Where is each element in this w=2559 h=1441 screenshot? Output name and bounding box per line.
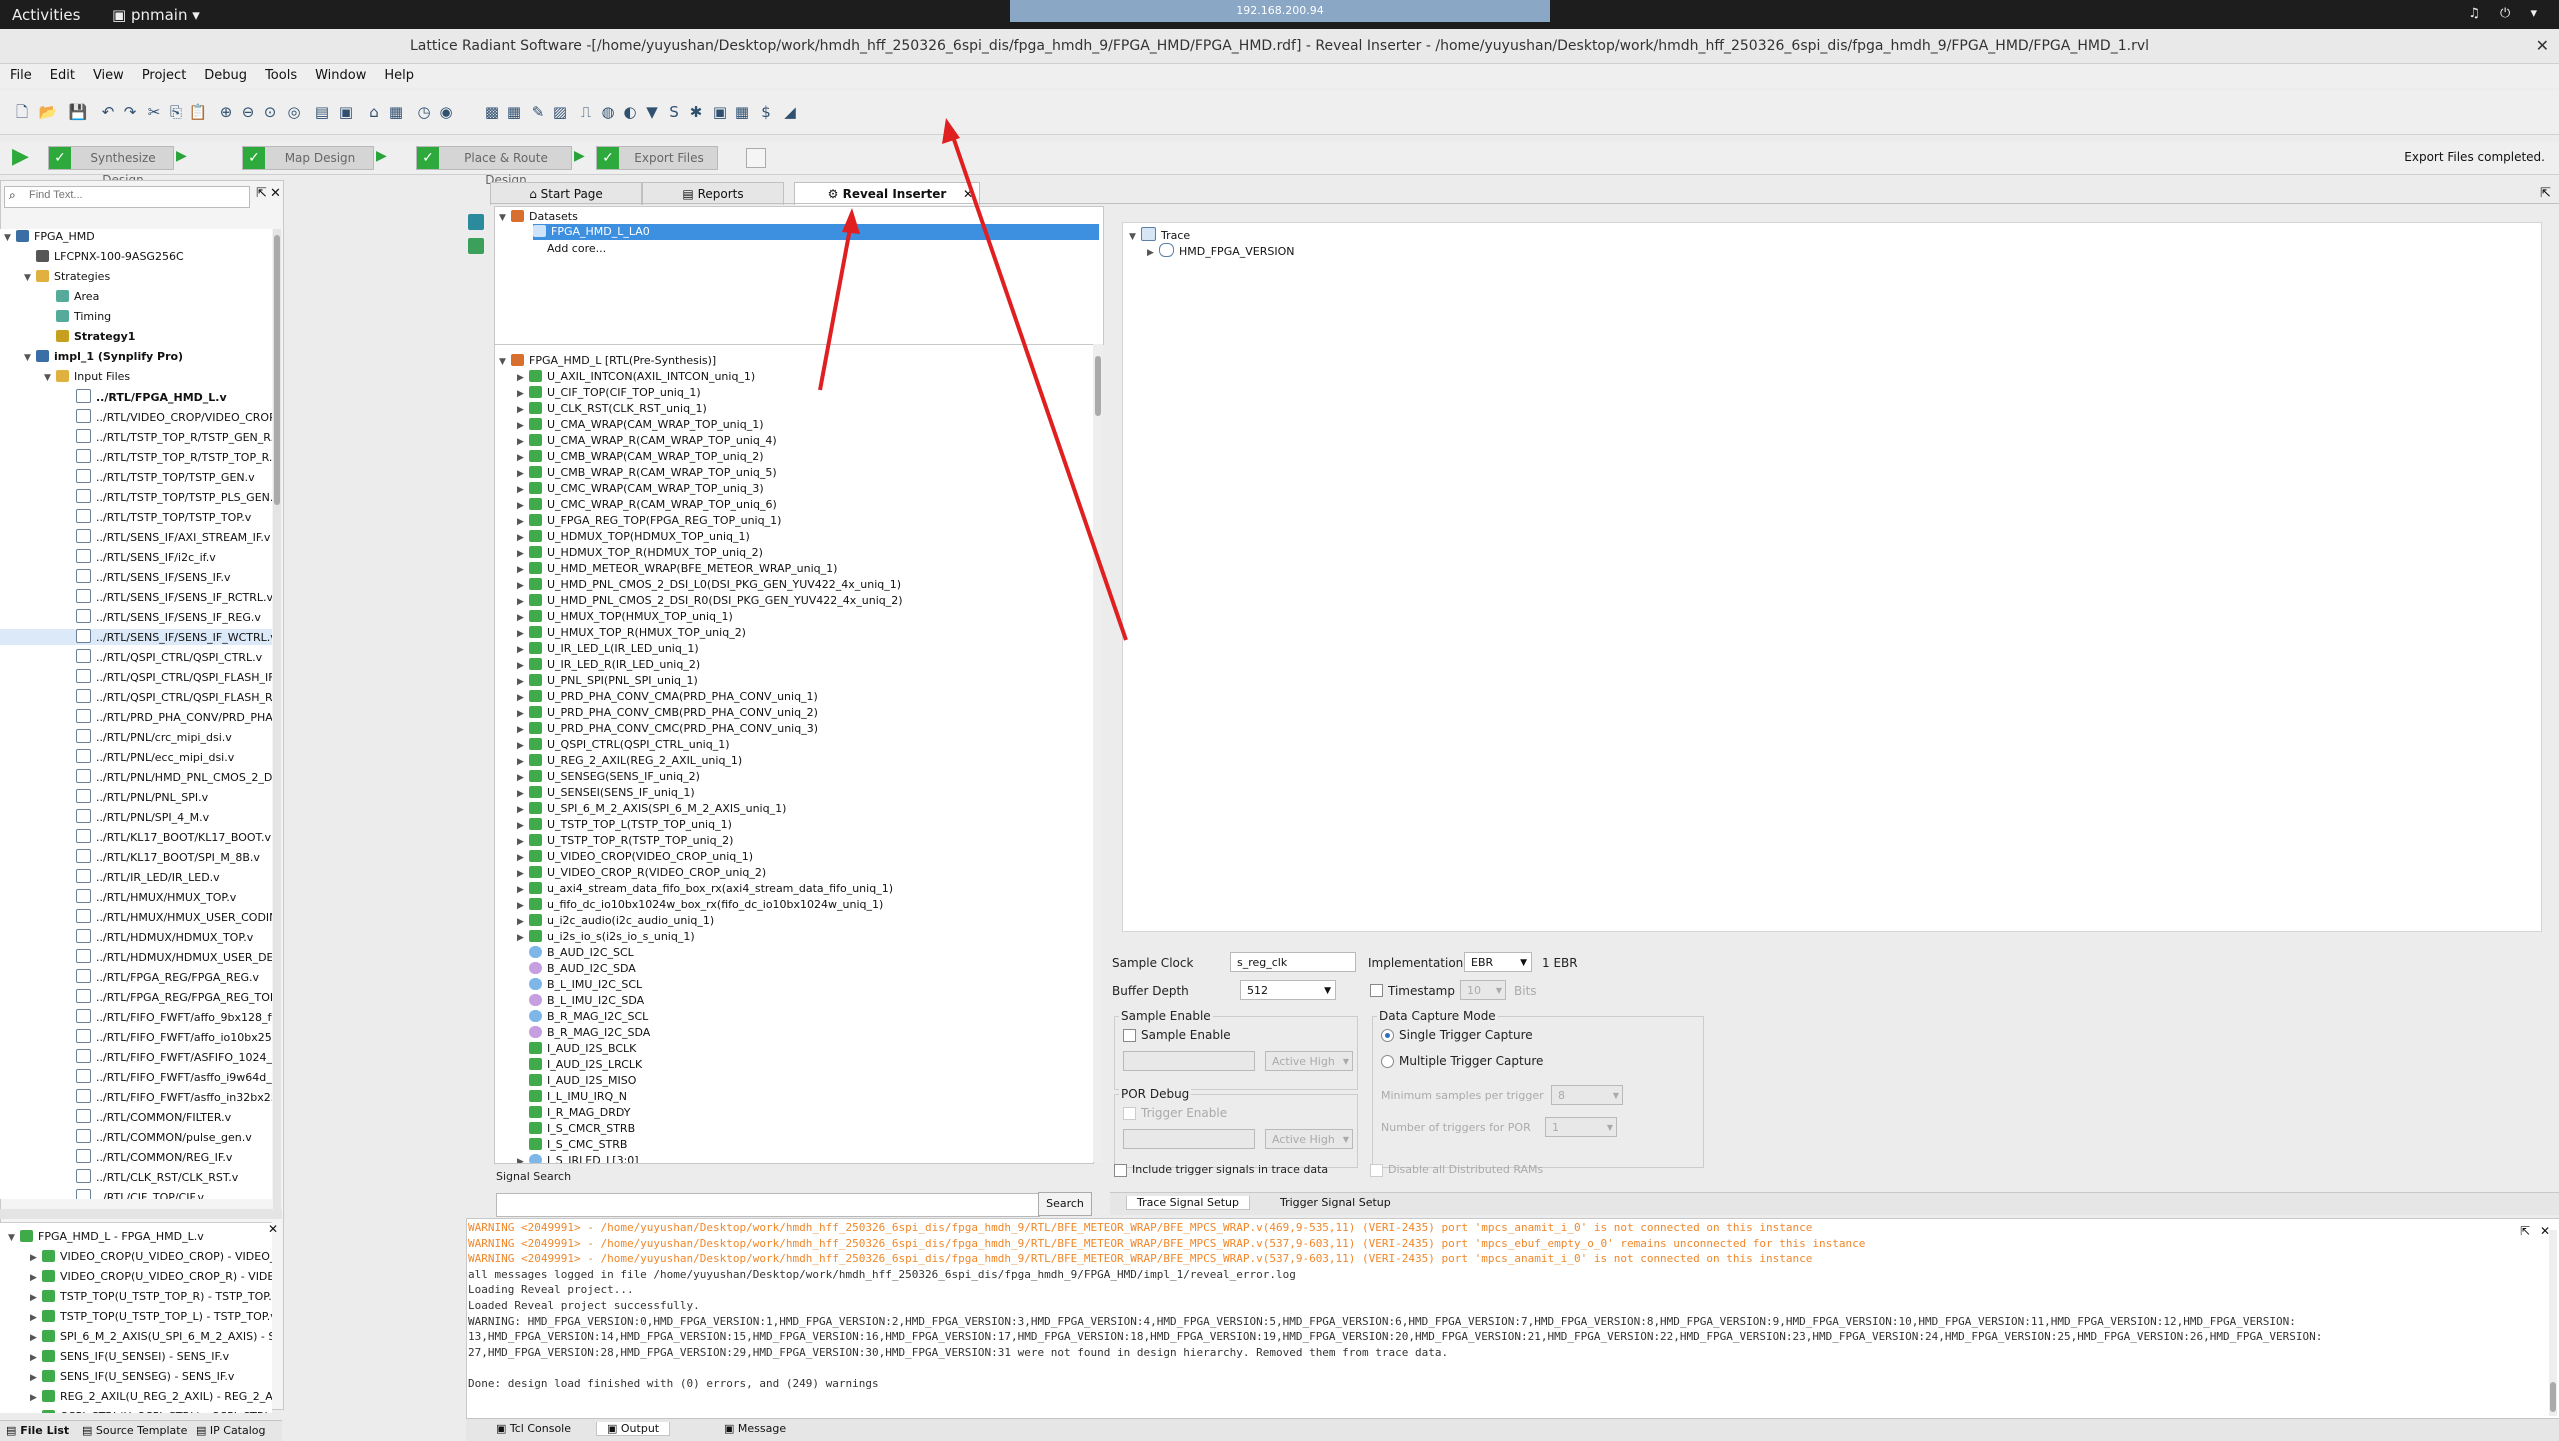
annotation-arrow-1	[818, 217, 854, 391]
annotation-overlay	[818, 118, 1128, 641]
annotation-arrowhead-2	[942, 118, 960, 144]
annotation-arrow-2	[948, 127, 1128, 641]
annotation-arrowhead-1	[842, 208, 860, 234]
